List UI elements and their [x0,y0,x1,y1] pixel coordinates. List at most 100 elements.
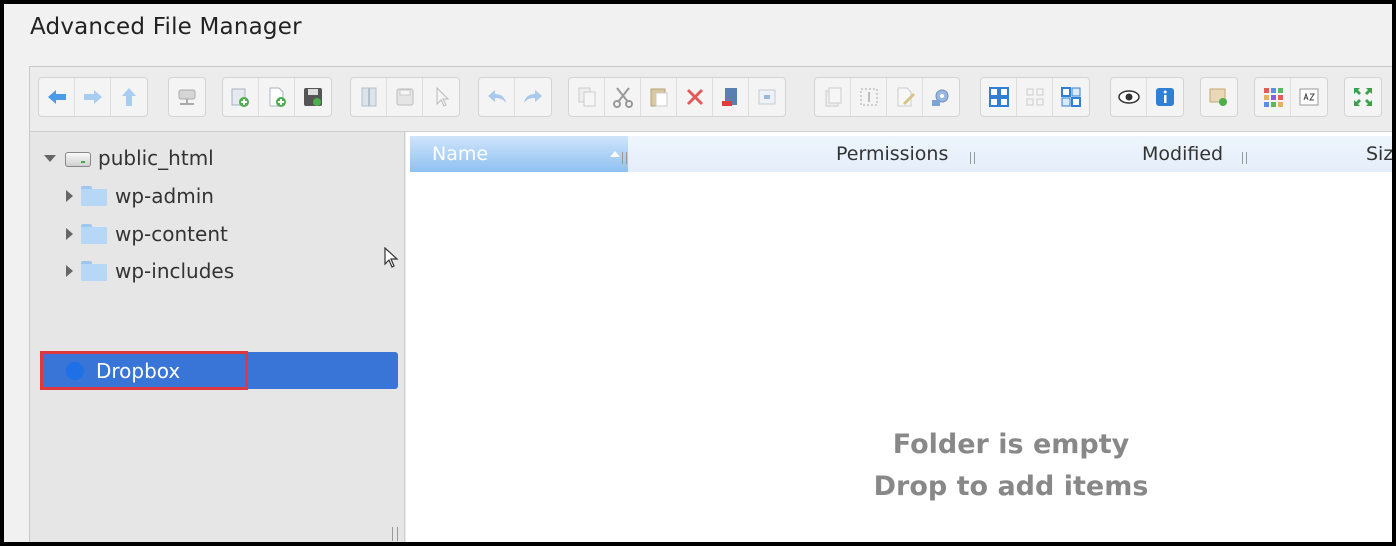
up-button[interactable] [111,78,147,116]
column-resize-grip[interactable] [1242,152,1247,164]
column-resize-grip[interactable] [970,152,975,164]
folder-icon [81,224,107,244]
rename-button[interactable] [713,78,749,116]
view-small-button[interactable] [1017,78,1053,116]
settings-icon [932,89,949,106]
view-small-icon [1026,88,1043,106]
paste-button[interactable] [641,78,677,116]
rename-icon [721,88,737,106]
tree-item-wp-admin[interactable]: wp-admin [66,178,214,214]
toolbar [30,67,1392,132]
tree-item-label: wp-admin [115,184,214,208]
open-icon [361,87,376,107]
empty-message-line1: Folder is empty [892,429,1130,460]
sort-ascending-icon [610,151,620,157]
network-drive-button[interactable] [169,78,205,116]
folder-icon [81,186,107,206]
panel-resize-handle[interactable] [392,527,398,541]
view-list-button[interactable] [1053,78,1089,116]
save-icon [304,88,322,106]
undo-button[interactable] [479,78,515,116]
toolbar-group-info [1110,77,1184,117]
extract-icon [1209,88,1227,106]
column-header-name[interactable]: Name [410,136,628,172]
forward-button[interactable] [75,78,111,116]
delete-button[interactable] [677,78,713,116]
select-button[interactable] [423,78,459,116]
edit-button[interactable] [887,78,923,116]
new-file-button[interactable] [259,78,295,116]
copy-button[interactable] [569,78,605,116]
expand-toggle-icon[interactable] [66,228,73,240]
open-button[interactable] [351,78,387,116]
app-window: Advanced File Manager public_html wp-adm… [4,4,1392,542]
cut-icon [612,87,633,108]
view-list-icon [1061,87,1081,107]
select-area-button[interactable] [851,78,887,116]
empty-folder-message: Folder is empty Drop to add items [866,424,1156,508]
column-header-row: Name Permissions Modified Siz [410,136,1392,172]
new-folder-button[interactable] [223,78,259,116]
grid-icon [1263,88,1283,107]
sort-az-button[interactable] [1291,78,1327,116]
settings-button[interactable] [923,78,959,116]
select-area-icon [860,88,877,106]
grid-button[interactable] [1255,78,1291,116]
new-file-icon [269,87,286,107]
toolbar-group-tools [814,77,960,117]
archive-button[interactable] [749,78,785,116]
save-disabled-button[interactable] [387,78,423,116]
fullscreen-button[interactable] [1345,78,1381,116]
toolbar-group-sort [1254,77,1328,117]
preview-button[interactable] [1111,78,1147,116]
column-label-name: Name [432,143,489,165]
cut-button[interactable] [605,78,641,116]
copy-icon [578,87,595,107]
collapse-toggle-icon[interactable] [44,154,56,162]
archive-icon [758,89,776,105]
fullscreen-icon [1354,88,1372,106]
back-icon [47,90,66,104]
column-header-modified[interactable]: Modified [1142,143,1223,165]
toolbar-group-open [350,77,460,117]
view-large-button[interactable] [981,78,1017,116]
select-icon [436,86,450,107]
toolbar-group-edit [568,77,786,117]
empty-message-line2: Drop to add items [873,471,1149,502]
mouse-cursor-icon [384,247,399,268]
redo-button[interactable] [515,78,551,116]
duplicate-button[interactable] [815,78,851,116]
tree-item-wp-includes[interactable]: wp-includes [66,253,234,289]
expand-toggle-icon[interactable] [66,190,73,202]
toolbar-group-navigation [38,77,148,117]
edit-icon [897,87,915,107]
column-header-size[interactable]: Siz [1366,143,1392,165]
tree-item-label: wp-includes [115,259,235,283]
tree-item-label: wp-content [115,222,228,246]
info-button[interactable] [1147,78,1183,116]
app-title: Advanced File Manager [30,14,302,40]
file-manager: public_html wp-admin wp-content wp-inclu… [29,66,1392,542]
highlight-annotation [40,351,248,390]
toolbar-group-network [168,77,206,117]
up-icon [122,88,136,106]
column-header-permissions[interactable]: Permissions [836,143,948,165]
new-folder-icon [231,88,249,107]
column-resize-grip[interactable] [622,152,627,164]
extract-button[interactable] [1201,78,1237,116]
paste-icon [650,88,667,107]
preview-icon [1117,90,1140,104]
redo-icon [524,90,542,103]
folder-tree: public_html wp-admin wp-content wp-inclu… [30,132,405,542]
expand-toggle-icon[interactable] [66,265,73,277]
save-button[interactable] [295,78,331,116]
view-large-icon [988,87,1009,107]
duplicate-icon [825,87,841,107]
folder-icon [81,261,107,281]
tree-item-label: public_html [98,146,214,170]
tree-item-wp-content[interactable]: wp-content [66,216,228,252]
toolbar-group-views [980,77,1090,117]
back-button[interactable] [39,78,75,116]
save-disabled-icon [396,88,413,106]
tree-item-root[interactable]: public_html [44,140,214,176]
